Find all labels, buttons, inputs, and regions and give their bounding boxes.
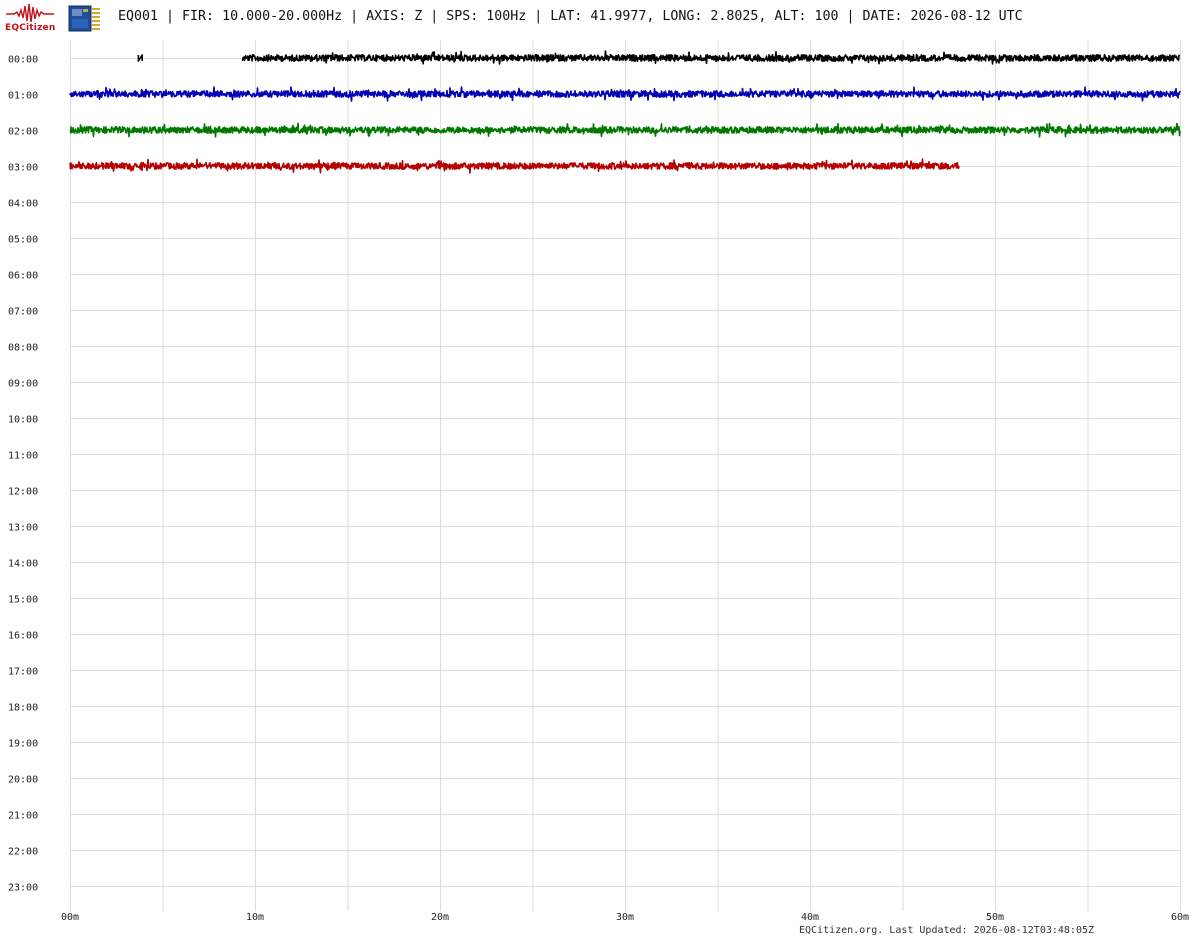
last-updated-footer: EQCitizen.org. Last Updated: 2026-08-12T… [799,925,1095,936]
trace-0000 [137,54,143,62]
y-tick-label: 15:00 [8,595,38,606]
x-tick-label: 10m [246,912,264,923]
y-tick-label: 02:00 [8,127,38,138]
y-tick-label: 01:00 [8,91,38,102]
x-tick-label: 00m [61,912,79,923]
y-tick-label: 06:00 [8,271,38,282]
trace-0300 [69,158,960,174]
y-tick-label: 12:00 [8,487,38,498]
y-tick-label: 13:00 [8,523,38,534]
y-tick-label: 18:00 [8,703,38,714]
y-tick-label: 03:00 [8,163,38,174]
x-tick-label: 40m [801,912,819,923]
y-tick-label: 23:00 [8,883,38,894]
y-tick-label: 09:00 [8,379,38,390]
helicorder-plot: 00:00 01:00 02:00 03:00 04:00 05:00 06:00 07:00… [8,40,1189,923]
y-tick-label: 00:00 [8,55,38,66]
trace-0000 [241,50,1181,65]
y-tick-label: 16:00 [8,631,38,642]
y-tick-label: 20:00 [8,775,38,786]
x-tick-label: 60m [1171,912,1189,923]
x-tick-label: 30m [616,912,634,923]
x-tick-label: 50m [986,912,1004,923]
y-tick-label: 07:00 [8,307,38,318]
y-tick-label: 22:00 [8,847,38,858]
y-tick-label: 08:00 [8,343,38,354]
y-tick-label: 17:00 [8,667,38,678]
y-tick-label: 04:00 [8,199,38,210]
y-tick-label: 05:00 [8,235,38,246]
y-tick-label: 21:00 [8,811,38,822]
y-tick-label: 10:00 [8,415,38,426]
y-tick-label: 19:00 [8,739,38,750]
x-tick-label: 20m [431,912,449,923]
y-tick-label: 14:00 [8,559,38,570]
y-tick-label: 11:00 [8,451,38,462]
